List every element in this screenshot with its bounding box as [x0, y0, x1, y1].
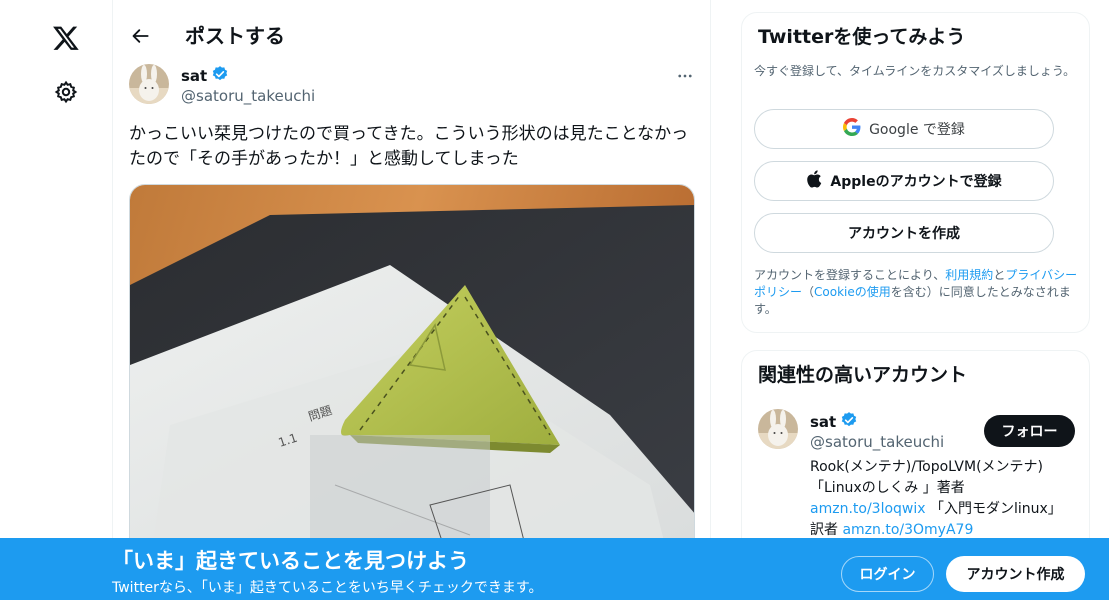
follow-button[interactable]: フォロー: [984, 415, 1075, 447]
related-title: 関連性の高いアカウント: [758, 364, 968, 386]
post-text-line: かっこいい栞見つけたので買ってきた。こういう形状のは見たことなかっ: [129, 124, 689, 144]
post-author[interactable]: sat: [181, 65, 229, 87]
post-text: かっこいい栞見つけたので買ってきた。こういう形状のは見たことなかっ たので「その…: [129, 122, 699, 172]
login-button[interactable]: ログイン: [841, 556, 934, 592]
back-arrow-icon[interactable]: [125, 20, 157, 52]
bio-line: amzn.to/3loqwix 「入門モダンlinux」: [810, 499, 1080, 520]
related-account-handle[interactable]: @satoru_takeuchi: [810, 433, 944, 451]
banner-title: 「いま」起きていることを見つけよう: [112, 549, 469, 573]
cookie-link[interactable]: Cookieの使用: [814, 285, 891, 299]
verified-badge-icon: [211, 65, 229, 87]
signup-button[interactable]: アカウント作成: [946, 556, 1085, 592]
google-signup-label: Google で登録: [869, 122, 965, 138]
signup-title: Twitterを使ってみよう: [758, 26, 966, 48]
main-column: ポストする sat @satoru_takeuchi かっこいい栞見つけたので買…: [112, 0, 711, 600]
gear-icon[interactable]: [44, 70, 88, 114]
bottom-banner: 「いま」起きていることを見つけよう Twitterなら、「いま」起きていることを…: [0, 538, 1109, 600]
bio-link[interactable]: amzn.to/3loqwix: [810, 501, 926, 517]
post-text-line: たので「その手があったか！」と感動してしまった: [129, 149, 519, 169]
post-image[interactable]: 1.1 問題: [129, 184, 695, 564]
related-account-bio: Rook(メンテナ)/TopoLVM(メンテナ) 「Linuxのしくみ 」著者 …: [810, 457, 1080, 541]
left-nav: [0, 0, 112, 600]
apple-signup-label: Appleのアカウントで登録: [830, 174, 1002, 190]
avatar[interactable]: [129, 64, 169, 104]
author-name[interactable]: sat: [181, 66, 207, 86]
bio-text: 訳者: [810, 522, 843, 538]
related-account-name-row[interactable]: sat: [810, 411, 858, 433]
apple-signup-button[interactable]: Appleのアカウントで登録: [754, 161, 1054, 201]
signup-card: Twitterを使ってみよう 今すぐ登録して、タイムラインをカスタマイズしましょ…: [741, 12, 1090, 333]
avatar[interactable]: [758, 409, 798, 449]
page-title: ポストする: [185, 24, 285, 48]
bio-link[interactable]: amzn.to/3OmyA79: [842, 522, 973, 538]
signup-subtitle: 今すぐ登録して、タイムラインをカスタマイズしましょう。: [754, 64, 1076, 78]
apple-icon: [806, 170, 822, 192]
terms-text-part: （: [802, 285, 815, 299]
verified-badge-icon: [840, 411, 858, 433]
bio-text: 「入門モダンlinux」: [925, 501, 1062, 517]
bio-line: Rook(メンテナ)/TopoLVM(メンテナ): [810, 459, 1044, 475]
google-icon: [843, 118, 861, 140]
author-handle[interactable]: @satoru_takeuchi: [181, 86, 315, 106]
banner-subtitle: Twitterなら、「いま」起きていることをいち早くチェックできます。: [112, 580, 543, 596]
page-header: ポストする: [113, 0, 712, 72]
create-account-button[interactable]: アカウントを作成: [754, 213, 1054, 253]
related-account-name[interactable]: sat: [810, 413, 836, 431]
terms-text-part: アカウントを登録することにより、: [754, 268, 946, 282]
terms-link[interactable]: 利用規約: [945, 268, 993, 282]
terms-text: アカウントを登録することにより、利用規約とプライバシーポリシー（Cookieの使…: [754, 267, 1084, 318]
more-options-icon[interactable]: [673, 64, 697, 88]
bio-line: 「Linuxのしくみ 」著者: [810, 480, 965, 496]
create-account-label: アカウントを作成: [848, 226, 960, 242]
terms-text-part: と: [993, 268, 1006, 282]
x-logo-icon[interactable]: [44, 16, 88, 60]
google-signup-button[interactable]: Google で登録: [754, 109, 1054, 149]
